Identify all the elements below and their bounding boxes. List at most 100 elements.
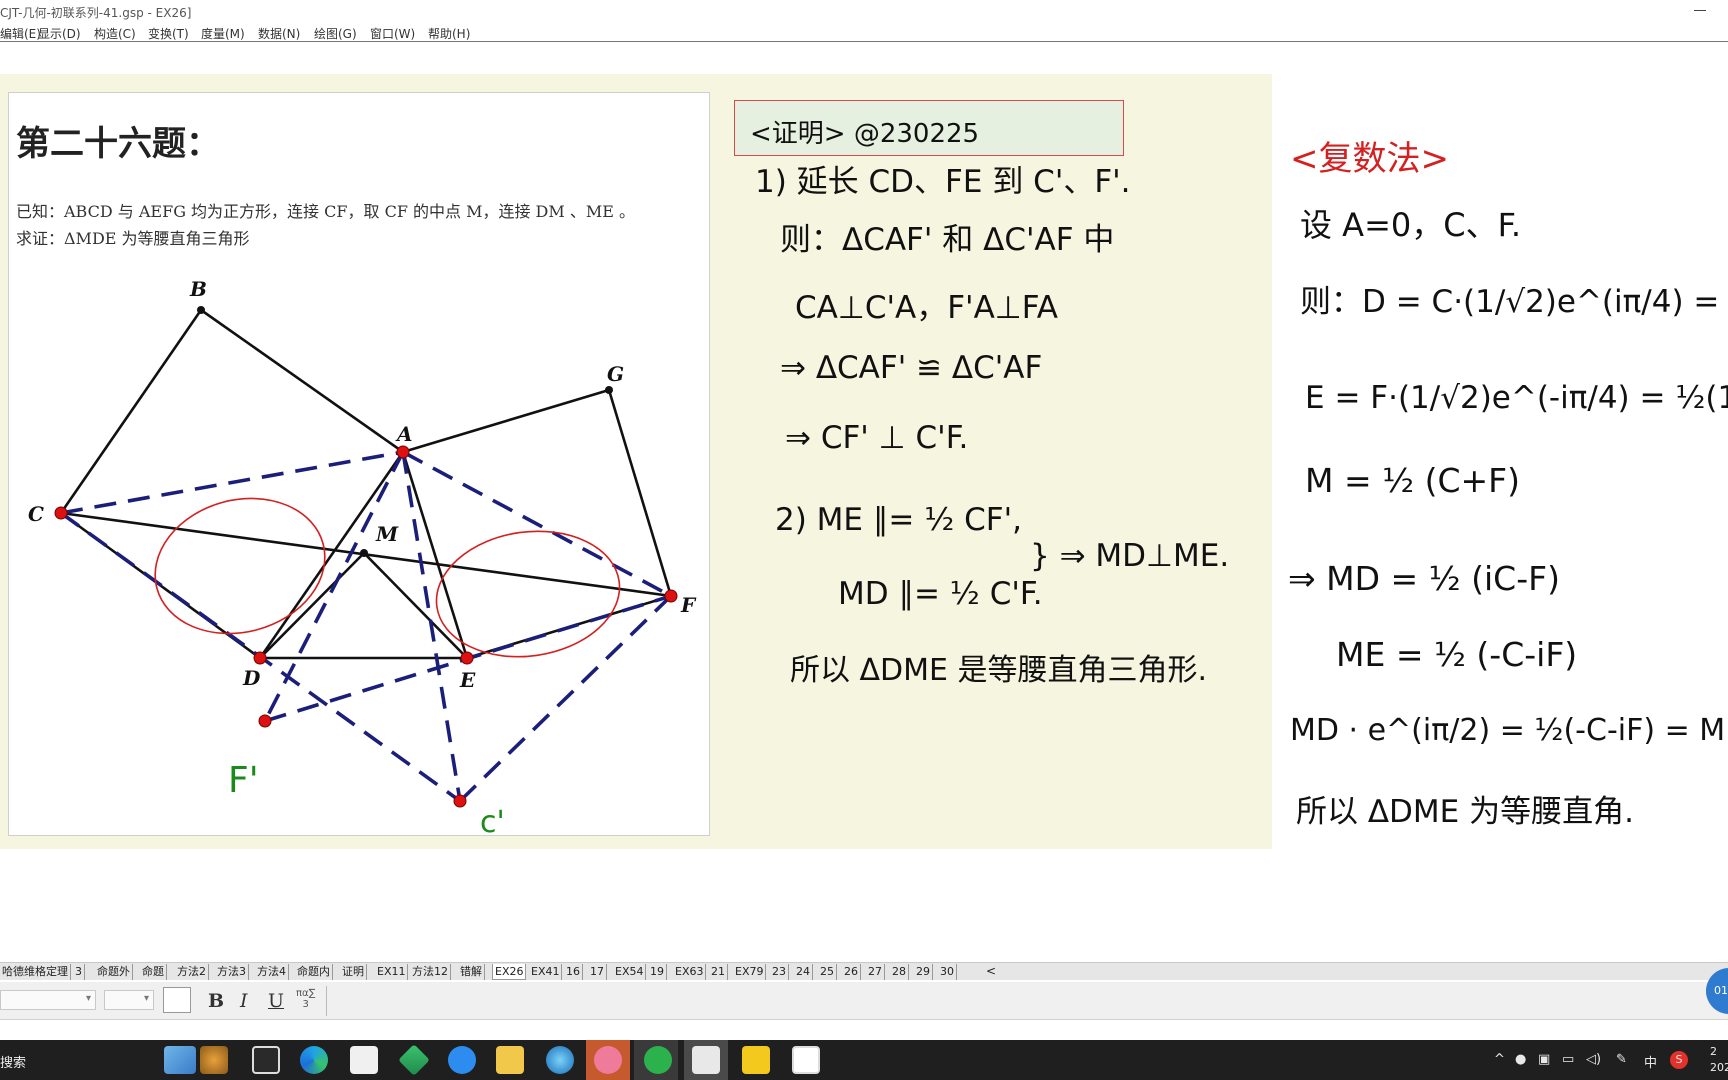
proof-line-3: CA⊥C'A，F'A⊥FA <box>795 290 1058 326</box>
tab-page[interactable]: 29 <box>914 964 933 980</box>
segment-da <box>258 451 405 659</box>
tab-page[interactable]: 30 <box>938 964 957 980</box>
segment-ba <box>200 308 404 454</box>
label-d: D <box>242 666 261 690</box>
tab-page[interactable]: 16 <box>564 964 583 980</box>
font-size-select[interactable]: ▾ <box>104 990 154 1010</box>
tab-page[interactable]: 命题内 <box>295 964 333 980</box>
file-explorer-icon[interactable] <box>496 1046 524 1074</box>
tab-page[interactable]: EX63 <box>673 964 707 980</box>
toolbar-divider <box>326 986 327 1016</box>
volume-icon[interactable]: ◁) <box>1586 1052 1601 1067</box>
tab-page[interactable]: 19 <box>648 964 667 980</box>
tab-page[interactable]: 28 <box>890 964 909 980</box>
tab-page[interactable]: EX79 <box>733 964 767 980</box>
sogou-input-icon[interactable]: S <box>1670 1051 1688 1069</box>
complex-line-2: 则：D = C·(1/√2)e^(iπ/4) = ½(1+i)C <box>1300 284 1728 320</box>
point-f[interactable] <box>664 589 678 603</box>
taskbar-search[interactable]: 搜索 <box>0 1052 26 1071</box>
tab-ex26-active[interactable]: EX26 <box>492 964 527 980</box>
sketchpad-app-icon[interactable] <box>792 1046 820 1074</box>
font-family-select[interactable]: ▾ <box>0 990 96 1010</box>
microphone-icon[interactable]: ● <box>1515 1052 1526 1067</box>
network-icon[interactable]: ▭ <box>1562 1052 1574 1067</box>
label-f: F <box>680 593 697 617</box>
edge-browser-icon[interactable] <box>300 1046 328 1074</box>
point-g[interactable] <box>605 386 613 394</box>
tab-page[interactable]: 21 <box>709 964 728 980</box>
tabs-scroll-left-button[interactable]: < <box>986 964 996 978</box>
tab-page[interactable]: EX41 <box>529 964 563 980</box>
qq-browser-icon[interactable] <box>448 1046 476 1074</box>
app-icon[interactable] <box>546 1046 574 1074</box>
tab-page[interactable]: 方法3 <box>215 964 249 980</box>
text-color-swatch[interactable] <box>163 987 191 1013</box>
tab-page[interactable]: 方法12 <box>410 964 451 980</box>
pdf-app-icon[interactable] <box>742 1046 770 1074</box>
food-bowl-icon[interactable] <box>200 1046 228 1074</box>
label-e: E <box>459 668 476 692</box>
label-c: C <box>28 502 44 526</box>
complex-line-7: MD · e^(iπ/2) = ½(-C-iF) = ME <box>1290 713 1728 748</box>
tab-page[interactable]: 24 <box>794 964 813 980</box>
tab-page[interactable]: 命题 <box>140 964 167 980</box>
proof-line-9: 所以 ΔDME 是等腰直角三角形. <box>790 653 1207 688</box>
point-b[interactable] <box>197 306 205 314</box>
piggy-app-icon[interactable] <box>594 1046 622 1074</box>
complex-line-5: ⇒ MD = ½ (iC-F) <box>1288 559 1560 598</box>
proof-line-8: } ⇒ MD⊥ME. <box>1030 538 1229 574</box>
point-e[interactable] <box>460 651 474 665</box>
segment-ag <box>402 388 610 454</box>
tab-page[interactable]: 方法4 <box>255 964 289 980</box>
segment-bc <box>59 309 203 514</box>
x-app-icon[interactable] <box>350 1046 378 1074</box>
point-d[interactable] <box>253 651 267 665</box>
complex-notes: <复数法> 设 A=0，C、F. 则：D = C·(1/√2)e^(iπ/4) … <box>1288 139 1728 830</box>
point-a[interactable] <box>396 445 410 459</box>
complex-line-6: ME = ½ (-C-iF) <box>1336 635 1577 674</box>
label-f-prime: F' <box>228 760 259 801</box>
wechat-icon[interactable] <box>644 1046 672 1074</box>
tab-page[interactable]: 23 <box>770 964 789 980</box>
complex-line-4: M = ½ (C+F) <box>1305 461 1520 500</box>
label-m: M <box>375 522 399 546</box>
point-f-prime[interactable] <box>258 714 272 728</box>
chat-app-icon[interactable] <box>692 1046 720 1074</box>
bold-button[interactable]: B <box>208 990 224 1012</box>
tab-page[interactable]: 17 <box>588 964 607 980</box>
point-m[interactable] <box>360 549 368 557</box>
math-format-bottom: 3 <box>302 999 309 1010</box>
complex-line-3: E = F·(1/√2)e^(-iπ/4) = ½(1-i)F <box>1305 380 1728 416</box>
label-g: G <box>607 362 624 386</box>
tab-page[interactable]: 错解 <box>458 964 485 980</box>
tab-page[interactable]: EX54 <box>613 964 647 980</box>
input-method-indicator[interactable]: 中 <box>1644 1052 1657 1071</box>
italic-button[interactable]: I <box>240 990 248 1012</box>
tab-page[interactable]: 25 <box>818 964 837 980</box>
pen-icon[interactable]: ✎ <box>1616 1052 1627 1067</box>
clock-time: 2 <box>1710 1045 1717 1058</box>
math-format-button[interactable]: πα∑ 3 <box>296 988 315 1010</box>
tab-page[interactable]: 3 <box>73 964 85 980</box>
security-icon[interactable]: ▣ <box>1538 1052 1550 1067</box>
underline-button[interactable]: U <box>268 990 284 1012</box>
point-c-prime[interactable] <box>453 794 467 808</box>
tab-page[interactable]: 哈德维格定理 <box>0 964 71 980</box>
chevron-up-icon[interactable]: ^ <box>1494 1052 1505 1067</box>
task-view-icon[interactable] <box>252 1046 280 1074</box>
tab-page[interactable]: 证明 <box>340 964 367 980</box>
tab-page[interactable]: 方法2 <box>175 964 209 980</box>
clock-date: 202 <box>1710 1061 1728 1074</box>
app-window: CJT-几何-初联系列-41.gsp - EX26] 编辑(E) 显示(D) 构… <box>0 0 1728 1080</box>
tab-page[interactable]: 26 <box>842 964 861 980</box>
diamond-app-icon[interactable] <box>398 1044 430 1076</box>
clock[interactable]: 2 202 <box>1710 1044 1728 1076</box>
tab-page[interactable]: EX11 <box>375 964 409 980</box>
tab-page[interactable]: 命题外 <box>95 964 133 980</box>
math-format-top: πα∑ <box>296 988 316 999</box>
point-c[interactable] <box>54 506 68 520</box>
complex-line-8: 所以 ΔDME 为等腰直角. <box>1296 794 1634 830</box>
search-highlight-icon[interactable] <box>164 1046 196 1074</box>
complex-header: <复数法> <box>1290 139 1449 179</box>
tab-page[interactable]: 27 <box>866 964 885 980</box>
